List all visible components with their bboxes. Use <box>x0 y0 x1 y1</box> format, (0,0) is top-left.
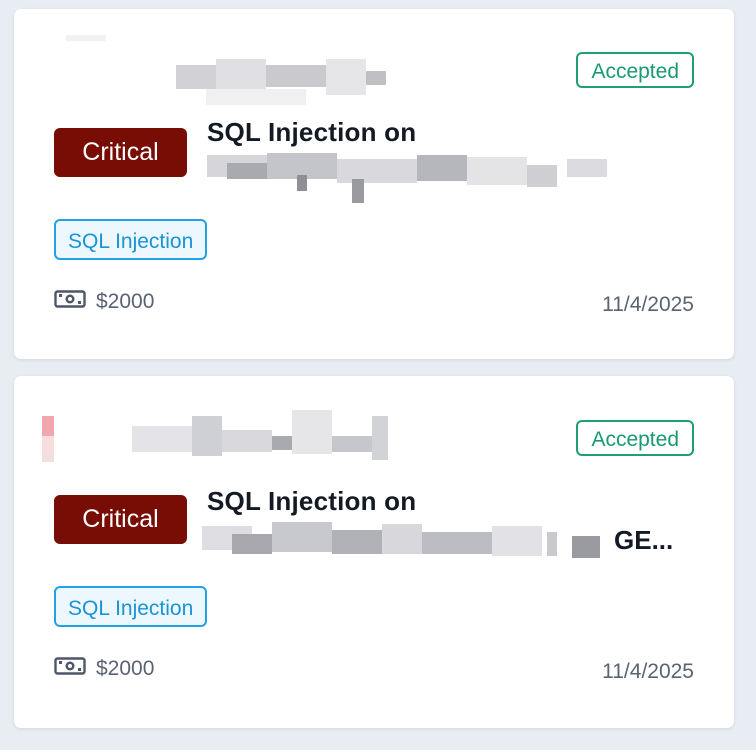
report-title[interactable]: SQL Injection on <box>207 486 416 517</box>
redacted-program-name <box>132 406 392 466</box>
redacted-target <box>202 518 612 568</box>
severity-badge: Critical <box>54 128 187 177</box>
report-title[interactable]: SQL Injection on <box>207 117 416 148</box>
bounty-value: $2000 <box>96 657 155 680</box>
money-bill-icon <box>54 289 86 315</box>
bounty-amount: $2000 <box>54 656 154 682</box>
report-card[interactable]: Accepted Critical SQL Injection on GE...… <box>14 376 734 728</box>
redacted-program-name <box>66 29 396 109</box>
bounty-amount: $2000 <box>54 289 154 315</box>
report-date: 11/4/2025 <box>602 293 694 316</box>
status-badge[interactable]: Accepted <box>576 52 694 88</box>
status-badge[interactable]: Accepted <box>576 420 694 456</box>
report-date: 11/4/2025 <box>602 660 694 683</box>
vulnerability-tag[interactable]: SQL Injection <box>54 586 208 627</box>
vulnerability-tag[interactable]: SQL Injection <box>54 219 208 260</box>
severity-badge: Critical <box>54 495 187 544</box>
redacted-target <box>207 149 612 205</box>
bounty-value: $2000 <box>96 290 155 313</box>
redacted-avatar <box>42 416 54 464</box>
report-title-suffix: GE... <box>614 525 674 555</box>
money-bill-icon <box>54 656 86 682</box>
report-card[interactable]: Accepted Critical SQL Injection on SQL I… <box>14 9 734 359</box>
